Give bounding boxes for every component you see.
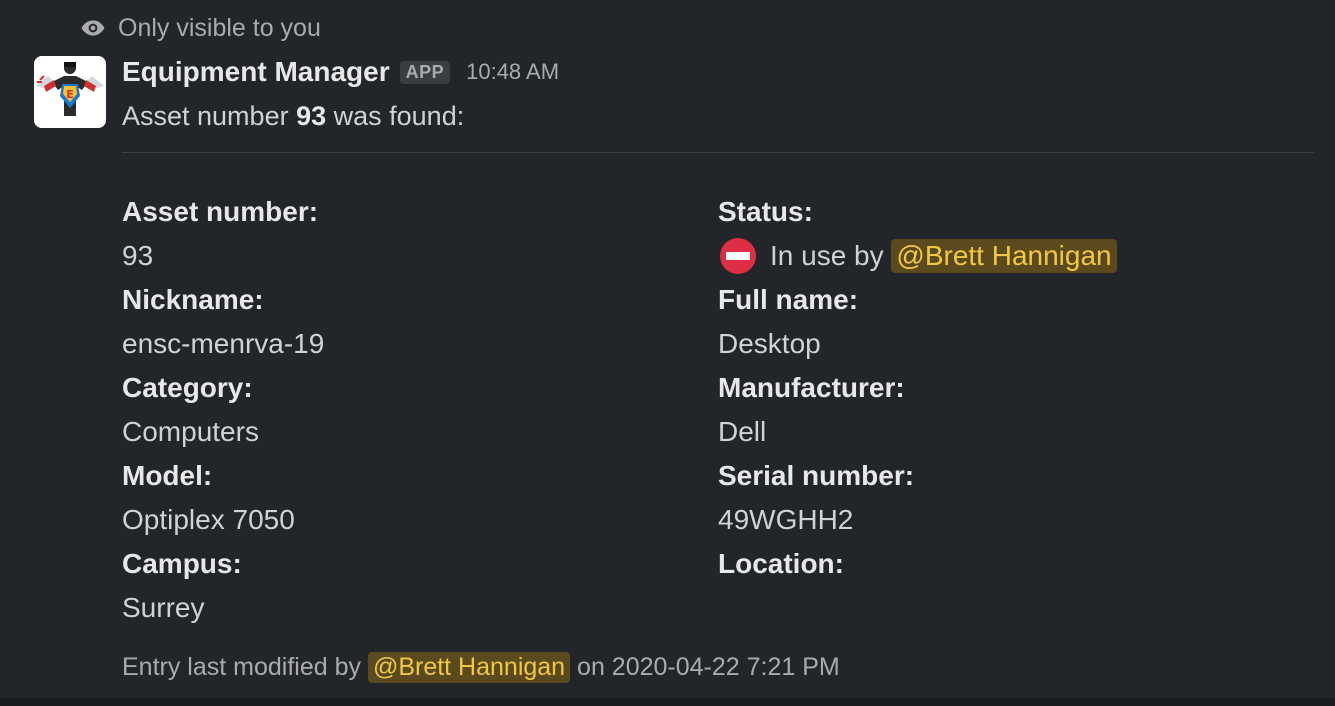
- fields-right-column: Status: In use by @Brett Hannigan Full n…: [718, 190, 1278, 586]
- field-value-nickname: ensc-menrva-19: [122, 328, 325, 359]
- field-value-model: Optiplex 7050: [122, 504, 295, 535]
- divider: [122, 152, 1314, 153]
- field-value-campus: Surrey: [122, 592, 205, 623]
- context-footer: Entry last modified by @Brett Hannigan o…: [122, 648, 840, 686]
- asset-number-highlight: 93: [296, 100, 327, 131]
- field-value-serial-number: 49WGHH2: [718, 504, 854, 535]
- field-label-location: Location:: [718, 548, 844, 579]
- field-label-status: Status:: [718, 196, 813, 227]
- visibility-notice: Only visible to you: [80, 12, 321, 44]
- field-value-category: Computers: [122, 416, 259, 447]
- visibility-text: Only visible to you: [118, 13, 321, 42]
- field-label-manufacturer: Manufacturer:: [718, 372, 905, 403]
- footer-prefix: Entry last modified by: [122, 652, 368, 681]
- field-value-manufacturer: Dell: [718, 416, 767, 447]
- status-text: In use by: [770, 240, 892, 271]
- field-label-full-name: Full name:: [718, 284, 859, 315]
- message-header: Equipment Manager APP 10:48 AM: [122, 54, 559, 90]
- app-badge: APP: [399, 60, 451, 84]
- field-value-status: In use by @Brett Hannigan: [718, 234, 1278, 278]
- field-value-full-name: Desktop: [718, 328, 821, 359]
- message-timestamp[interactable]: 10:48 AM: [466, 59, 559, 85]
- field-label-serial-number: Serial number:: [718, 460, 915, 491]
- field-value-asset-number: 93: [122, 240, 154, 271]
- message-suffix: was found:: [326, 100, 465, 131]
- user-mention[interactable]: @Brett Hannigan: [891, 239, 1117, 273]
- field-label-nickname: Nickname:: [122, 284, 264, 315]
- sender-name[interactable]: Equipment Manager: [122, 56, 390, 88]
- app-avatar[interactable]: E: [34, 56, 106, 128]
- field-label-model: Model:: [122, 460, 213, 491]
- eye-icon: [80, 15, 106, 41]
- svg-text:E: E: [66, 88, 74, 101]
- field-label-category: Category:: [122, 372, 253, 403]
- field-label-asset-number: Asset number:: [122, 196, 319, 227]
- field-label-campus: Campus:: [122, 548, 242, 579]
- message-body: Asset number 93 was found:: [122, 97, 464, 135]
- message-prefix: Asset number: [122, 100, 297, 131]
- no-entry-icon: [718, 236, 758, 276]
- fields-left-column: Asset number: 93 Nickname: ensc-menrva-1…: [122, 190, 682, 630]
- bottom-strip: [0, 698, 1335, 706]
- footer-suffix: on 2020-04-22 7:21 PM: [570, 652, 840, 681]
- footer-user-mention[interactable]: @Brett Hannigan: [367, 651, 571, 683]
